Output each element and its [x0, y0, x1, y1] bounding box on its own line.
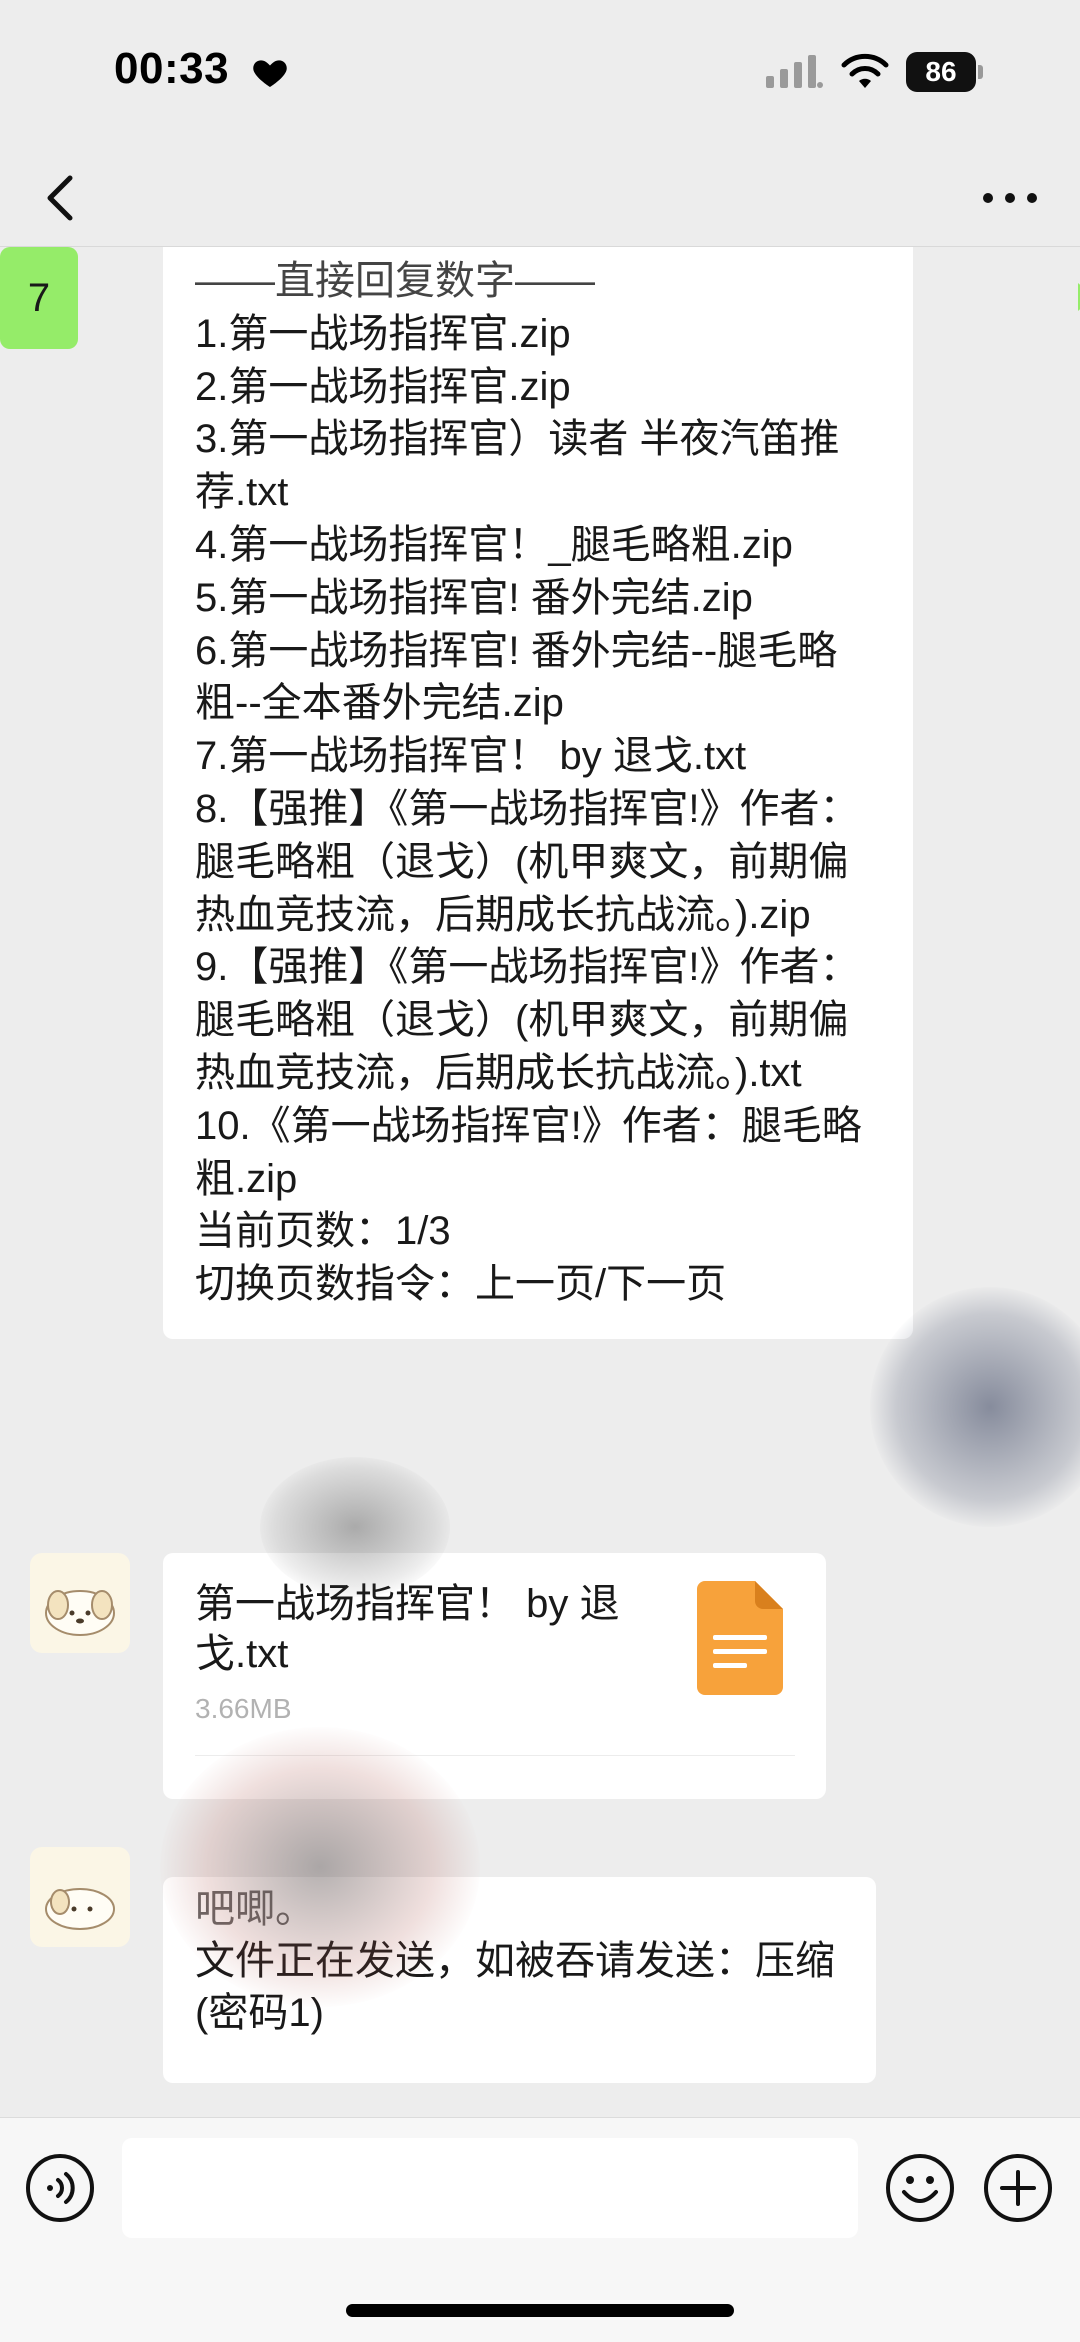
heart-icon [253, 60, 287, 87]
message-bubble-file-list[interactable]: ——直接回复数字—— 1.第一战场指挥官.zip 2.第一战场指挥官.zip 3.第… [163, 247, 913, 1339]
status-time: 00:33 [114, 44, 230, 93]
signal-icon [766, 55, 823, 88]
plus-icon [984, 2154, 1052, 2222]
dog-avatar-icon [45, 1888, 115, 1930]
back-button[interactable] [26, 160, 102, 236]
list-header: ——直接回复数字—— [195, 259, 595, 303]
list-item: 4.第一战场指挥官！_腿毛略粗.zip [195, 522, 793, 567]
avatar[interactable] [30, 1553, 130, 1653]
txt-file-icon [697, 1581, 783, 1695]
dog-avatar-icon [45, 1590, 115, 1636]
list-item: 6.第一战场指挥官! 番外完结--腿毛略粗--全本番外完结.zip [195, 628, 838, 726]
message-bubble-text[interactable]: 吧唧。 文件正在发送，如被吞请发送：压缩(密码1) [163, 1877, 876, 2083]
battery-icon: 86 [906, 52, 984, 92]
home-indicator [346, 2304, 734, 2317]
list-item: 10.《第一战场指挥官!》作者：腿毛略粗.zip [195, 1103, 862, 1201]
message-line-1: 吧唧。 [195, 1887, 315, 1931]
page-hint: 切换页数指令：上一页/下一页 [195, 1262, 727, 1307]
list-item: 9.【强推】《第一战场指挥官!》作者：腿毛略粗（退戈）(机甲爽文，前期偏热血竞技… [195, 945, 860, 1095]
ellipsis-icon [983, 193, 1037, 203]
wifi-icon [841, 53, 889, 88]
emoji-icon [886, 2154, 954, 2222]
avatar[interactable] [30, 1847, 130, 1947]
voice-button[interactable] [24, 2152, 96, 2224]
status-bar: 00:33 86 [0, 0, 1080, 150]
message-bubble-file[interactable]: 第一战场指挥官！ by 退戈.txt 3.66MB [163, 1553, 826, 1799]
list-item: 3.第一战场指挥官）读者 半夜汽笛推荐.txt [195, 417, 840, 515]
message-input[interactable] [122, 2138, 858, 2238]
more-button[interactable] [970, 168, 1050, 228]
file-name: 第一战场指挥官！ by 退戈.txt [195, 1582, 620, 1676]
chevron-left-icon [47, 175, 73, 221]
voice-icon [26, 2154, 94, 2222]
page-info: 当前页数：1/3 [195, 1209, 451, 1254]
file-divider [195, 1755, 795, 1756]
nav-bar [0, 150, 1080, 247]
chat-area[interactable]: ——直接回复数字—— 1.第一战场指挥官.zip 2.第一战场指挥官.zip 3.第… [0, 247, 1080, 2117]
emoji-button[interactable] [884, 2152, 956, 2224]
message-line-2: 文件正在发送，如被吞请发送：压缩(密码1) [195, 1939, 835, 2035]
file-size: 3.66MB [195, 1693, 292, 1724]
input-bar [0, 2117, 1080, 2342]
list-item: 7.第一战场指挥官！ by 退戈.txt [195, 734, 747, 779]
battery-level: 86 [906, 52, 976, 92]
plus-button[interactable] [982, 2152, 1054, 2224]
list-item: 1.第一战场指挥官.zip [195, 311, 571, 356]
list-item: 2.第一战场指挥官.zip [195, 364, 571, 409]
list-item: 8.【强推】《第一战场指挥官!》作者：腿毛略粗（退戈）(机甲爽文，前期偏热血竞技… [195, 786, 860, 937]
list-item: 5.第一战场指挥官! 番外完结.zip [195, 575, 753, 620]
message-bubble-sent[interactable]: 7 [0, 247, 78, 349]
file-list: 1.第一战场指挥官.zip 2.第一战场指挥官.zip 3.第一战场指挥官）读者 半… [195, 308, 881, 1206]
